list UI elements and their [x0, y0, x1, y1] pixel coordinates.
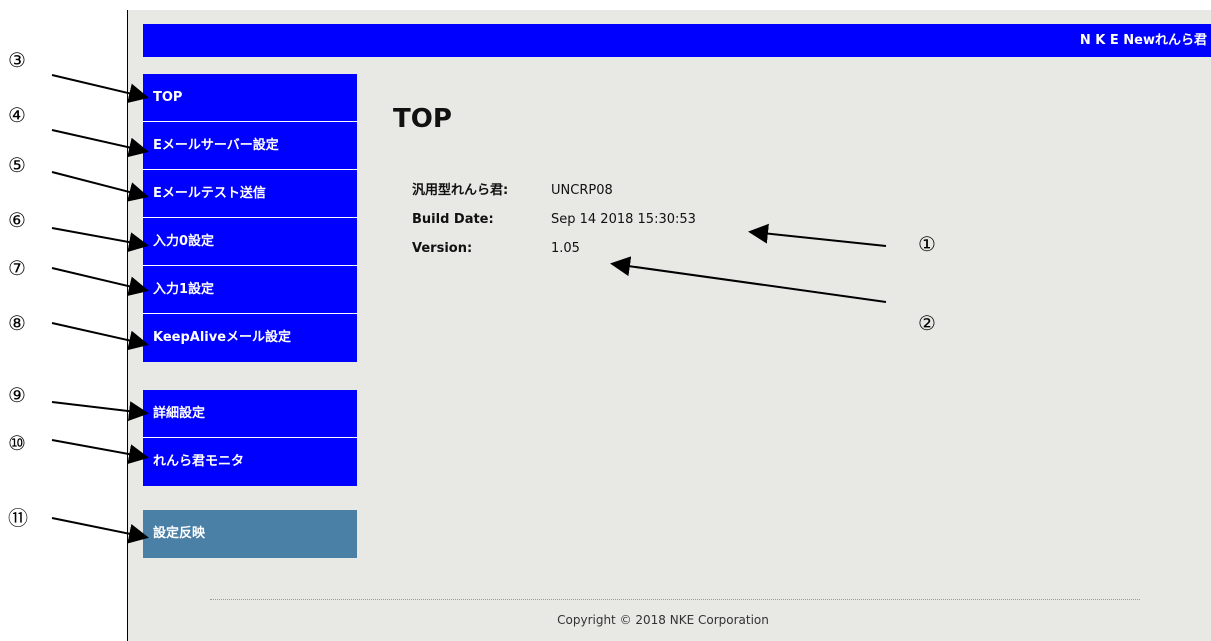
annotation-marker-7: ⑦	[8, 256, 26, 280]
nav-item-top[interactable]: TOP	[143, 74, 357, 122]
nav-item-email-server-settings[interactable]: Eメールサーバー設定	[143, 122, 357, 170]
annotation-marker-2: ②	[918, 311, 936, 335]
info-row-build-date: Build Date: Sep 14 2018 15:30:53	[412, 205, 696, 234]
annotation-marker-11: ⑪	[8, 506, 28, 530]
nav-item-monitor[interactable]: れんら君モニタ	[143, 438, 357, 486]
info-value-build-date: Sep 14 2018 15:30:53	[551, 212, 696, 227]
header-title: N K E Newれんら君	[1079, 33, 1207, 48]
nav-item-email-test-send[interactable]: Eメールテスト送信	[143, 170, 357, 218]
device-info: 汎用型れんら君: UNCRP08 Build Date: Sep 14 2018 1…	[412, 176, 696, 263]
header-bar: N K E Newれんら君	[143, 24, 1211, 57]
nav-group-advanced: 詳細設定 れんら君モニタ	[143, 390, 357, 486]
annotation-marker-10: ⑩	[8, 431, 26, 455]
nav-item-keepalive-mail-settings[interactable]: KeepAliveメール設定	[143, 314, 357, 362]
info-label-version: Version:	[412, 241, 473, 256]
info-row-model: 汎用型れんら君: UNCRP08	[412, 176, 696, 205]
nav-group-apply: 設定反映	[143, 510, 357, 558]
annotation-marker-8: ⑧	[8, 311, 26, 335]
info-label-model: 汎用型れんら君:	[412, 183, 509, 198]
annotation-marker-5: ⑤	[8, 153, 26, 177]
info-label-build-date: Build Date:	[412, 212, 494, 227]
page-title: TOP	[393, 104, 452, 134]
annotation-marker-9: ⑨	[8, 383, 26, 407]
annotation-marker-3: ③	[8, 48, 26, 72]
annotation-marker-4: ④	[8, 103, 26, 127]
app-window: N K E Newれんら君 TOP Eメールサーバー設定 Eメールテスト送信 入…	[128, 10, 1211, 641]
copyright: Copyright © 2018 NKE Corporation	[557, 613, 769, 627]
annotation-marker-1: ①	[918, 232, 936, 256]
nav-item-input0-settings[interactable]: 入力0設定	[143, 218, 357, 266]
footer-divider	[210, 599, 1140, 600]
nav-item-input1-settings[interactable]: 入力1設定	[143, 266, 357, 314]
info-value-version: 1.05	[551, 241, 580, 256]
page: N K E Newれんら君 TOP Eメールサーバー設定 Eメールテスト送信 入…	[0, 0, 1211, 641]
apply-settings-button[interactable]: 設定反映	[143, 510, 357, 558]
annotation-marker-6: ⑥	[8, 208, 26, 232]
nav-group-main: TOP Eメールサーバー設定 Eメールテスト送信 入力0設定 入力1設定 Kee…	[143, 74, 357, 362]
info-value-model: UNCRP08	[551, 183, 613, 198]
info-row-version: Version: 1.05	[412, 234, 696, 263]
nav-item-advanced-settings[interactable]: 詳細設定	[143, 390, 357, 438]
